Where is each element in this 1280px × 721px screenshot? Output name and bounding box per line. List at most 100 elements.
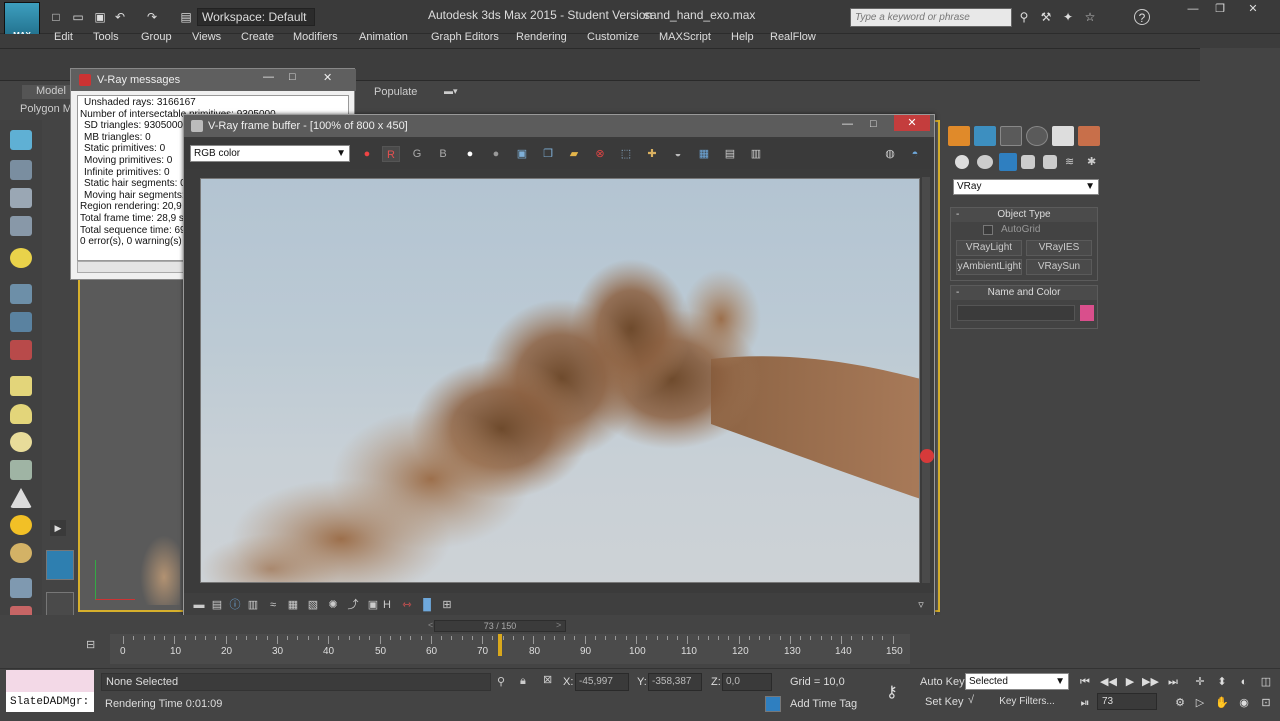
menu-edit[interactable]: Edit [54,31,73,43]
time-marker[interactable] [498,634,502,656]
ribbon-toggle-icon[interactable]: ▬▾ [444,86,464,98]
levels-icon[interactable]: ▥ [244,597,262,613]
favorites-icon[interactable]: ☆ [1082,9,1098,25]
menu-group[interactable]: Group [141,31,172,43]
red-channel-button[interactable]: R [382,146,400,162]
vraylight-button[interactable]: VRayLight [956,240,1022,256]
vfb-title-bar[interactable]: V-Ray frame buffer - [100% of 800 x 450] [184,115,934,137]
go-to-end-icon[interactable]: ⏭ [1165,675,1181,689]
bgcolor-icon[interactable]: ⇿ [398,597,416,613]
maxscript-output[interactable]: SlateDADMgr: [6,692,94,712]
tab-modeling[interactable]: Model [22,85,74,99]
spacewarps-icon[interactable]: ≋ [1065,155,1079,169]
new-file-icon[interactable]: □ [48,9,64,25]
object-type-header[interactable]: - Object Type [951,208,1097,222]
info-icon[interactable]: ⓘ [226,597,244,613]
color-channels-icon[interactable]: ● [358,146,376,162]
region-render-icon[interactable]: ⬚ [617,146,635,162]
sun-icon[interactable] [10,515,32,535]
menu-realflow[interactable]: RealFlow [770,31,816,43]
menu-animation[interactable]: Animation [359,31,408,43]
box-icon[interactable] [10,376,32,396]
curve-icon[interactable]: ≈ [264,597,282,613]
vray-messages-minimize-icon[interactable]: — [263,71,274,83]
previous-frame-icon[interactable]: ◀◀ [1100,675,1117,689]
object-color-swatch[interactable] [1080,305,1094,321]
vray-messages-title-bar[interactable]: V-Ray messages [71,69,356,91]
z-coordinate-field[interactable]: 0,0 [722,673,772,691]
isolate-icon[interactable]: ⚲ [497,675,505,688]
menu-modifiers[interactable]: Modifiers [293,31,338,43]
camera-icon[interactable] [10,312,32,332]
sphere-icon[interactable] [10,432,32,452]
geometry-icon[interactable] [955,155,969,169]
resize-grip-icon[interactable]: ▿ [912,597,930,613]
cameras-icon[interactable] [1021,155,1035,169]
open-file-icon[interactable]: ▭ [70,9,86,25]
sphere-gold-icon[interactable] [10,543,32,563]
menu-create[interactable]: Create [241,31,274,43]
lens-effects-icon[interactable]: ✺ [324,597,342,613]
curves-icon[interactable]: ⤴ [344,597,362,613]
object-name-input[interactable] [957,305,1075,321]
table-icon[interactable] [10,216,32,236]
current-frame-field[interactable]: 73 [1097,693,1157,710]
alpha-white-icon[interactable]: ● [461,146,479,162]
autogrid-checkbox[interactable] [983,225,993,235]
search-input[interactable]: Type a keyword or phrase [850,8,1012,27]
workspace-dropdown[interactable]: Workspace: Default [197,8,315,26]
minimize-icon[interactable]: — [1180,2,1206,16]
time-configuration-icon[interactable]: ⚙ [1172,696,1188,710]
shapes-icon[interactable] [977,155,993,169]
pan-icon[interactable]: ✋ [1214,696,1230,710]
plant-icon[interactable] [10,460,32,480]
hierarchy-tab-icon[interactable] [1000,126,1022,146]
list-icon[interactable] [10,188,32,208]
viewport-layout-active[interactable] [46,550,74,580]
zoom-icon[interactable]: ✛ [1192,675,1208,689]
modify-tab-icon[interactable] [974,126,996,146]
selection-set-dropdown[interactable]: Selected ▼ [965,673,1069,690]
absolute-mode-icon[interactable]: ⊠ [543,673,559,689]
hemisphere-icon[interactable] [10,404,32,424]
blue-channel-button[interactable]: B [434,146,452,162]
teapot-icon[interactable] [10,130,32,150]
key-filters-button[interactable]: Key Filters... [985,693,1069,711]
spacewarp-icon[interactable] [10,340,32,360]
stereo-icon[interactable]: ▐▌ [418,597,436,613]
menu-maxscript[interactable]: MAXScript [659,31,711,43]
hair-icon[interactable] [10,578,32,598]
helpers-icon[interactable] [1043,155,1057,169]
x-coordinate-field[interactable]: -45,997 [575,673,629,691]
vfb-close-icon[interactable]: ✕ [894,115,930,131]
particle-icon[interactable] [10,284,32,304]
vfb-maximize-icon[interactable]: □ [870,118,877,130]
maximize-toggle-icon[interactable]: ⊡ [1258,696,1274,710]
lut-icon[interactable]: ▦ [695,146,713,162]
auto-key-button[interactable]: Auto Key [920,676,965,688]
close-icon[interactable]: ✕ [1240,2,1266,16]
binoculars-icon[interactable]: ⚲ [1016,9,1032,25]
light-bulb-icon[interactable] [10,248,32,268]
hsl-button[interactable]: H [378,597,396,613]
menu-graph-editors[interactable]: Graph Editors [431,31,499,43]
mini-curve-editor-icon[interactable]: ⊟ [86,638,104,654]
menu-customize[interactable]: Customize [587,31,639,43]
vrayambientlight-button[interactable]: VRayAmbientLight [956,259,1022,275]
vrayies-button[interactable]: VRayIES [1026,240,1092,256]
vfb-teapot-icon[interactable]: ◓ [906,146,924,162]
history-icon[interactable]: ▥ [747,146,765,162]
play-icon[interactable]: ▶ [1122,675,1138,689]
save-file-icon[interactable]: ▣ [92,9,108,25]
render-icon[interactable] [10,160,32,180]
maximize-viewport-icon[interactable]: ◫ [1258,675,1274,689]
time-slider-next-icon[interactable]: > [556,620,561,630]
ocio-icon[interactable]: ⊞ [438,597,456,613]
next-frame-icon[interactable]: ▶▶ [1142,675,1159,689]
time-tag-icon[interactable] [765,696,781,712]
y-coordinate-field[interactable]: -358,387 [648,673,702,691]
menu-tools[interactable]: Tools [93,31,119,43]
project-folder-icon[interactable]: ▤ [178,9,194,25]
vraysun-button[interactable]: VRaySun [1026,259,1092,275]
key-mode-icon[interactable]: ⏯ [1077,696,1093,710]
